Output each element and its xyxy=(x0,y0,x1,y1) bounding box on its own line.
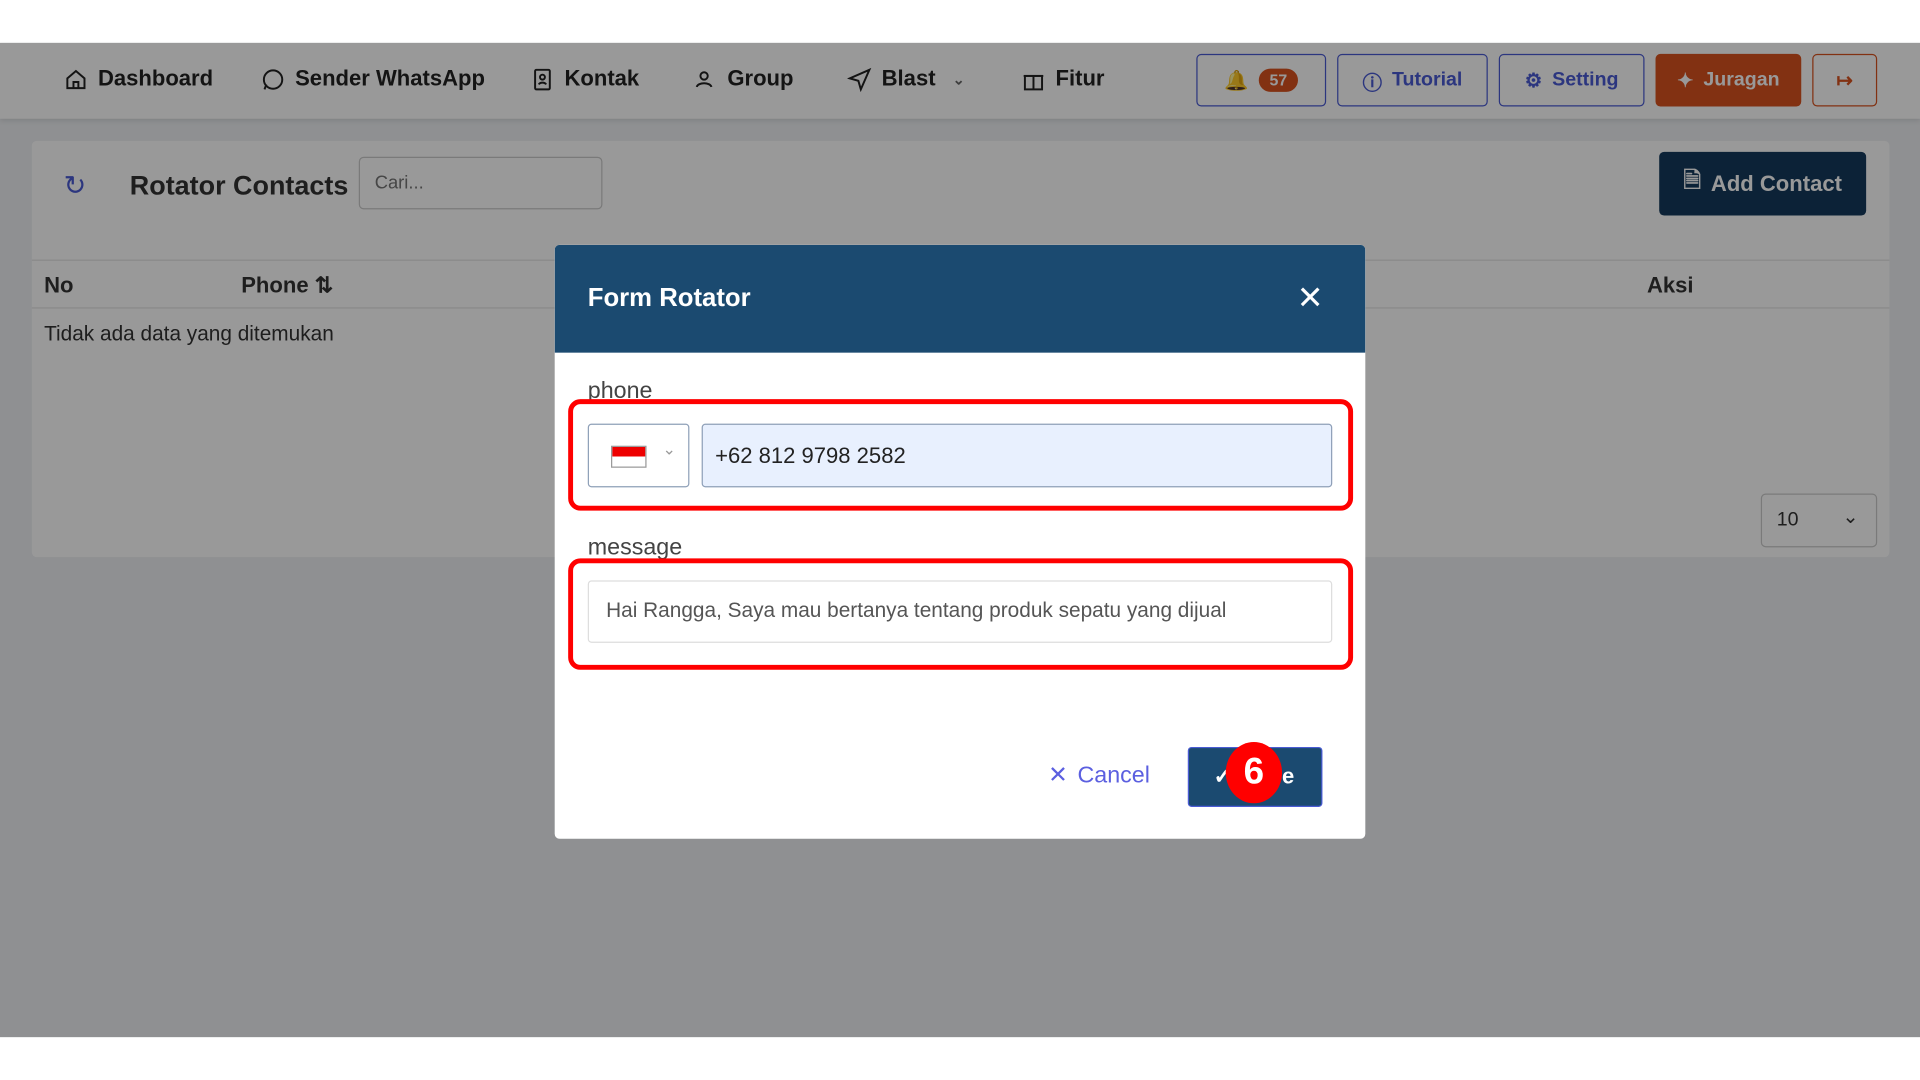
modal-header: Form Rotator ✕ xyxy=(554,244,1366,353)
cancel-label: Cancel xyxy=(1077,762,1150,788)
save-label: e xyxy=(1282,764,1295,789)
form-rotator-modal: Form Rotator ✕ phone ⌄ +62 812 9798 2582… xyxy=(554,244,1366,839)
close-icon[interactable]: ✕ xyxy=(1297,279,1324,317)
cancel-button[interactable]: ✕ Cancel xyxy=(1048,762,1150,790)
step-marker: 6 xyxy=(1225,742,1283,804)
highlight-message xyxy=(568,558,1354,670)
x-icon: ✕ xyxy=(1048,762,1068,789)
modal-title: Form Rotator xyxy=(587,284,751,313)
highlight-phone xyxy=(568,399,1354,511)
